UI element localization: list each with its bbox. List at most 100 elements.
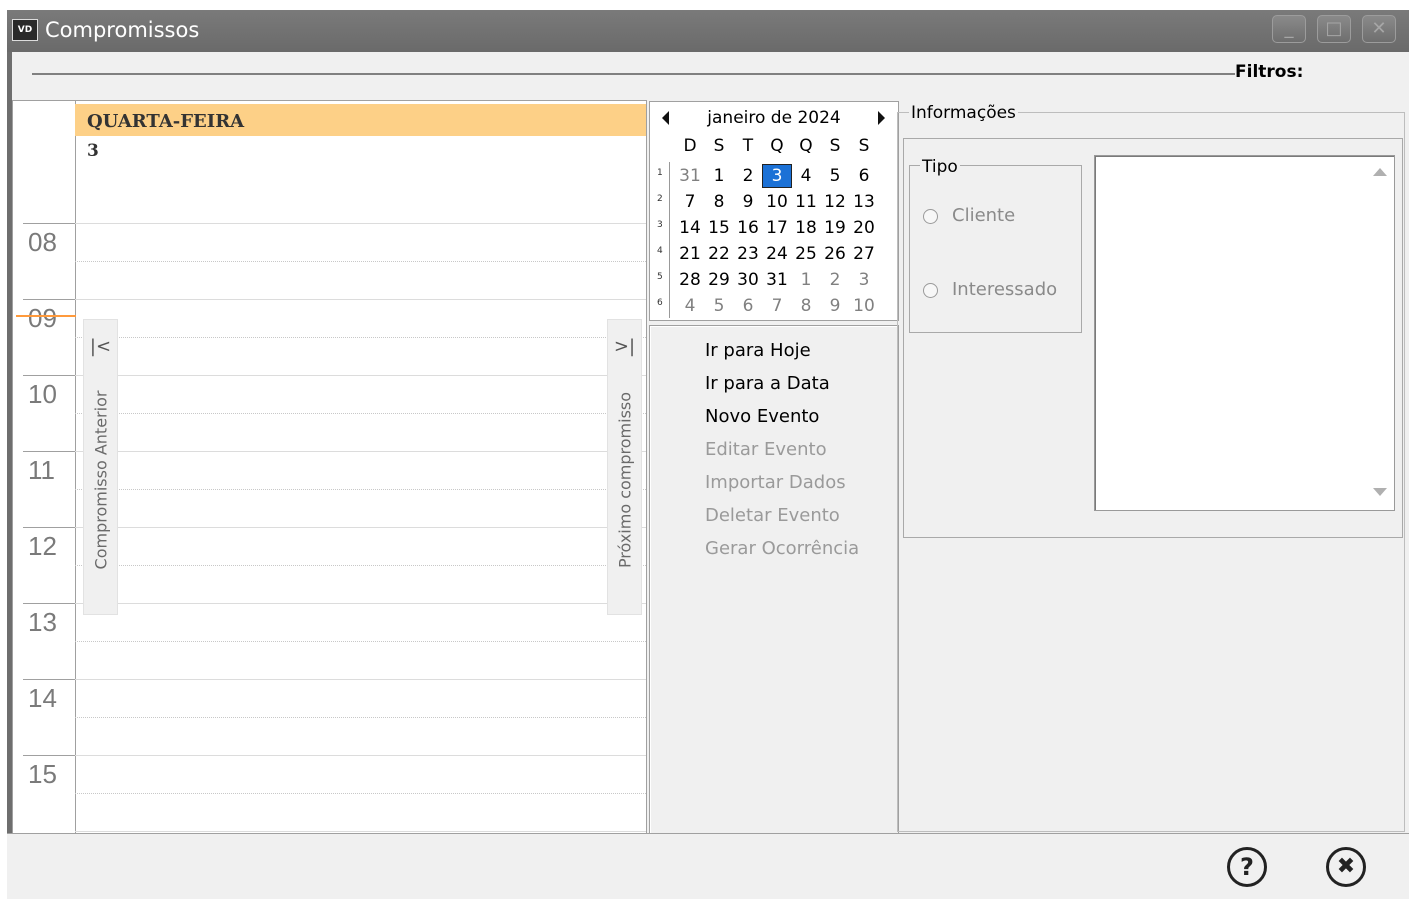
calendar-day[interactable]: 3	[849, 268, 879, 292]
calendar-day[interactable]: 18	[791, 216, 821, 240]
calendar-day[interactable]: 20	[849, 216, 879, 240]
hour-label: 15	[23, 755, 75, 832]
action-novo-evento[interactable]: Novo Evento	[705, 406, 819, 427]
calendar-day[interactable]: 12	[820, 190, 850, 214]
action-editar-evento: Editar Evento	[705, 439, 827, 460]
calendar-day[interactable]: 9	[733, 190, 763, 214]
calendar-day[interactable]: 22	[704, 242, 734, 266]
calendar-day[interactable]: 11	[791, 190, 821, 214]
window-title: Compromissos	[45, 18, 200, 42]
next-appointment-label: Próximo compromisso	[615, 391, 634, 569]
calendar-day[interactable]: 2	[733, 164, 763, 188]
mini-calendar[interactable]: janeiro de 2024 DSTQQSS 1 31 1 2 3 4 5 6 2 7 8 9 10 1…	[649, 101, 899, 321]
half-hour-line	[75, 413, 646, 414]
half-hour-line	[75, 261, 646, 262]
calendar-day[interactable]: 10	[849, 294, 879, 318]
weekday-label: Q	[770, 136, 784, 156]
last-page-icon: >|	[613, 336, 636, 357]
calendar-day[interactable]: 8	[791, 294, 821, 318]
compromissos-window: VD Compromissos _ □ ✕ Filtros: 08 09 10 11 1…	[7, 10, 1409, 899]
title-bar[interactable]: VD Compromissos _ □ ✕	[7, 10, 1409, 52]
hour-text: 13	[28, 607, 57, 637]
weekday-label: D	[683, 136, 697, 156]
mini-calendar-header: janeiro de 2024	[650, 102, 898, 134]
week-number: 3	[657, 220, 663, 230]
maximize-button[interactable]: □	[1317, 15, 1351, 43]
action-deletar-evento: Deletar Evento	[705, 505, 840, 526]
calendar-day[interactable]: 6	[733, 294, 763, 318]
next-appointment-tab[interactable]: >| Próximo compromisso	[607, 319, 642, 615]
calendar-day[interactable]: 13	[849, 190, 879, 214]
filters-label[interactable]: Filtros:	[1235, 62, 1303, 82]
weekday-label: S	[829, 136, 841, 156]
calendar-day[interactable]: 31	[675, 164, 705, 188]
calendar-day[interactable]: 4	[791, 164, 821, 188]
scroll-down-icon[interactable]	[1373, 488, 1387, 496]
calendar-day[interactable]: 21	[675, 242, 705, 266]
calendar-day[interactable]: 25	[791, 242, 821, 266]
half-hour-line	[75, 717, 646, 718]
day-view-panel[interactable]: 08 09 10 11 12 13 14 15 QUARTA-FEIRA 3 |< Compr…	[12, 100, 647, 834]
hour-slot-line	[75, 451, 646, 452]
calendar-day[interactable]: 5	[704, 294, 734, 318]
exit-button[interactable]: ✖	[1326, 847, 1366, 887]
radio-circle-icon	[923, 209, 938, 224]
calendar-day[interactable]: 27	[849, 242, 879, 266]
info-listbox[interactable]	[1094, 155, 1395, 511]
calendar-day[interactable]: 24	[762, 242, 792, 266]
hour-slot-line	[75, 223, 646, 224]
calendar-day[interactable]: 1	[704, 164, 734, 188]
action-ir-para-a-data[interactable]: Ir para a Data	[705, 373, 830, 394]
hour-text: 11	[28, 455, 55, 485]
calendar-day[interactable]: 5	[820, 164, 850, 188]
week-number: 5	[657, 272, 663, 282]
calendar-day[interactable]: 1	[791, 268, 821, 292]
day-column[interactable]: QUARTA-FEIRA 3	[75, 101, 646, 833]
day-grid[interactable]: 1 31 1 2 3 4 5 6 2 7 8 9 10 11 12 13 3 14 15 16 17 18 19 20 4 21 2…	[650, 162, 898, 318]
previous-appointment-label: Compromisso Anterior	[91, 390, 110, 570]
tipo-group	[909, 165, 1082, 333]
calendar-day[interactable]: 7	[675, 190, 705, 214]
calendar-day[interactable]: 31	[762, 268, 792, 292]
calendar-day[interactable]: 19	[820, 216, 850, 240]
calendar-day[interactable]: 15	[704, 216, 734, 240]
calendar-day[interactable]: 9	[820, 294, 850, 318]
actions-panel: Ir para Hoje Ir para a Data Novo Evento Edi…	[649, 325, 899, 834]
calendar-day[interactable]: 8	[704, 190, 734, 214]
close-button[interactable]: ✕	[1362, 15, 1396, 43]
calendar-day[interactable]: 17	[762, 216, 792, 240]
day-header[interactable]: QUARTA-FEIRA	[75, 104, 646, 136]
half-hour-line	[75, 793, 646, 794]
calendar-day[interactable]: 2	[820, 268, 850, 292]
tipo-legend: Tipo	[920, 157, 960, 177]
action-ir-para-hoje[interactable]: Ir para Hoje	[705, 340, 811, 361]
radio-interessado-label: Interessado	[952, 279, 1058, 300]
calendar-day[interactable]: 14	[675, 216, 705, 240]
calendar-day[interactable]: 30	[733, 268, 763, 292]
help-button[interactable]: ?	[1227, 847, 1267, 887]
calendar-day[interactable]: 29	[704, 268, 734, 292]
hour-slot-line	[75, 831, 646, 832]
calendar-day[interactable]: 16	[733, 216, 763, 240]
minimize-button[interactable]: _	[1272, 15, 1306, 43]
week-number: 4	[657, 246, 663, 256]
calendar-day[interactable]: 26	[820, 242, 850, 266]
weekday-label: S	[858, 136, 870, 156]
half-hour-line	[75, 337, 646, 338]
month-title[interactable]: janeiro de 2024	[650, 108, 898, 128]
calendar-day[interactable]: 7	[762, 294, 792, 318]
calendar-day[interactable]: 6	[849, 164, 879, 188]
hour-text: 15	[28, 759, 57, 789]
previous-appointment-tab[interactable]: |< Compromisso Anterior	[83, 319, 118, 615]
hour-label: 12	[23, 527, 75, 604]
calendar-day[interactable]: 10	[762, 190, 792, 214]
next-month-icon[interactable]	[878, 111, 885, 125]
hour-slot-line	[75, 299, 646, 300]
week-number: 2	[657, 194, 663, 204]
calendar-day[interactable]: 28	[675, 268, 705, 292]
scroll-up-icon[interactable]	[1373, 168, 1387, 176]
calendar-day[interactable]: 4	[675, 294, 705, 318]
hour-slot-line	[75, 603, 646, 604]
calendar-day[interactable]: 23	[733, 242, 763, 266]
calendar-day-selected[interactable]: 3	[762, 164, 792, 188]
